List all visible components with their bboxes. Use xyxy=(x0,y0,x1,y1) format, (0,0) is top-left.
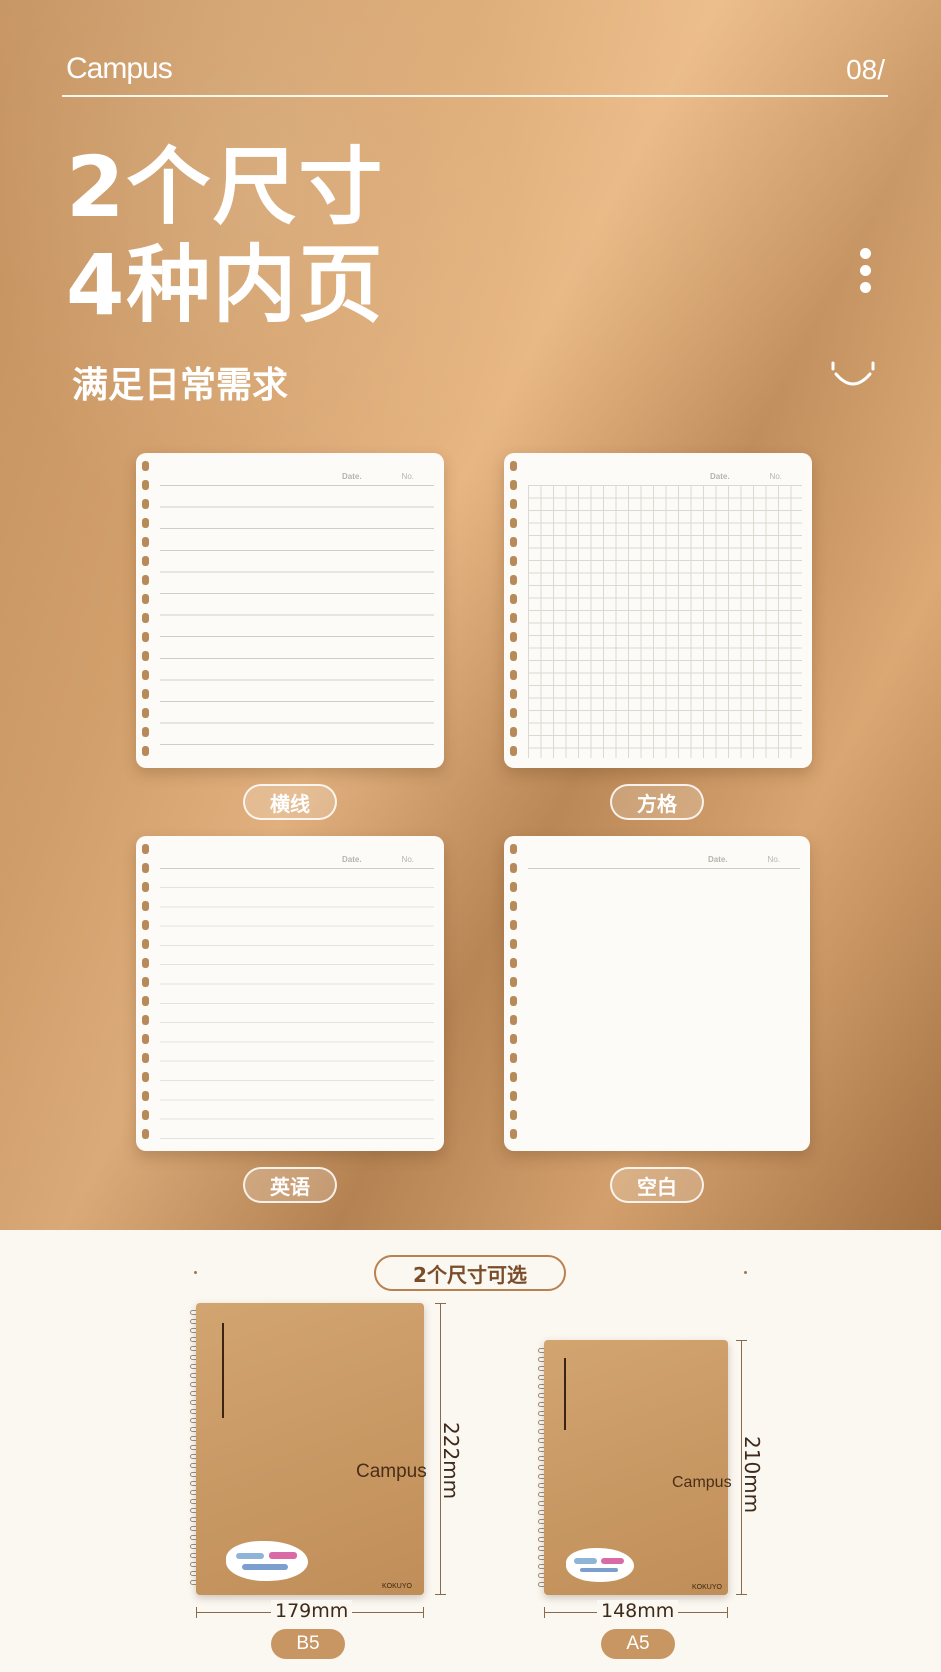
paper-type-english-label: 英语 xyxy=(243,1167,337,1203)
binder-holes xyxy=(510,461,519,765)
subtitle: 满足日常需求 xyxy=(72,365,289,406)
paper-type-grid-label: 方格 xyxy=(610,784,704,820)
headline-line-1: 2个尺寸 xyxy=(66,138,385,236)
notebook-brand: Campus xyxy=(672,1474,732,1491)
paper-grid: Date. No. xyxy=(504,453,812,768)
binder-holes xyxy=(510,844,519,1148)
smile-icon xyxy=(831,361,875,386)
lined-rules xyxy=(160,485,434,758)
sizes-title: 2个尺寸可选 xyxy=(374,1255,566,1291)
binder-holes xyxy=(142,461,151,765)
decor-dot xyxy=(744,1271,747,1274)
paper-blank: Date. No. xyxy=(504,836,810,1151)
notebook-brand: Campus xyxy=(356,1461,427,1482)
page-number: 08/ xyxy=(846,54,885,85)
header-divider xyxy=(62,95,888,97)
english-rules xyxy=(160,868,434,1141)
date-label: Date. xyxy=(341,472,362,481)
notebook-sticker xyxy=(566,1548,634,1582)
grid-rules xyxy=(528,485,802,758)
paper-type-lined-label: 横线 xyxy=(243,784,337,820)
notebook-maker: KOKUYO xyxy=(692,1584,722,1591)
no-label: No. xyxy=(401,855,414,864)
notebook-a5: Campus KOKUYO xyxy=(544,1340,732,1595)
no-label: No. xyxy=(767,855,780,864)
paper-english: Date. No. xyxy=(136,836,444,1151)
headline: 2个尺寸 4种内页 xyxy=(66,138,384,334)
height-label-b5: 222mm xyxy=(439,1422,463,1500)
size-tag-a5: A5 xyxy=(601,1629,675,1659)
more-dots-icon xyxy=(860,248,871,299)
decor-dot xyxy=(194,1271,197,1274)
date-label: Date. xyxy=(707,855,728,864)
width-label-b5: 179mm xyxy=(271,1600,353,1622)
date-label: Date. xyxy=(709,472,730,481)
notebook-sticker xyxy=(226,1541,308,1581)
blank-header-rule xyxy=(528,868,800,869)
height-label-a5: 210mm xyxy=(740,1436,764,1514)
headline-line-2: 4种内页 xyxy=(66,236,385,334)
date-label: Date. xyxy=(341,855,362,864)
notebook-b5: Campus KOKUYO xyxy=(196,1303,427,1595)
paper-lined: Date. No. xyxy=(136,453,444,768)
size-tag-b5: B5 xyxy=(271,1629,345,1659)
binder-holes xyxy=(142,844,151,1148)
no-label: No. xyxy=(769,472,782,481)
brand-logo: Campus xyxy=(66,52,173,85)
no-label: No. xyxy=(401,472,414,481)
paper-type-blank-label: 空白 xyxy=(610,1167,704,1203)
notebook-maker: KOKUYO xyxy=(382,1583,412,1590)
width-label-a5: 148mm xyxy=(597,1600,679,1622)
